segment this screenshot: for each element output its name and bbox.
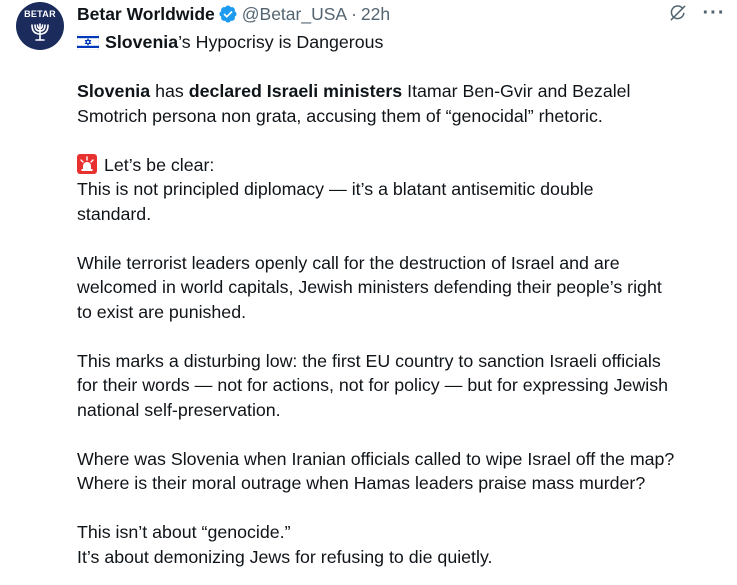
handle[interactable]: @Betar_USA xyxy=(242,3,347,25)
tweet: BETAR Betar Worldwide @Betar_USA · 22h ·… xyxy=(0,0,737,585)
avatar-logo-text: BETAR xyxy=(24,9,56,19)
menorah-icon xyxy=(31,23,49,41)
paragraph-6-line-2: It’s about demonizing Jews for refusing … xyxy=(77,546,493,567)
paragraph-4-line-3: national self-preservation. xyxy=(77,399,281,420)
p1-text-2: Itamar Ben-Gvir and Bezalel xyxy=(402,81,631,101)
paragraph-3-line-1: While terrorist leaders openly call for … xyxy=(77,252,620,273)
paragraph-2-line-3: standard. xyxy=(77,203,152,224)
p2-text-1: Let’s be clear: xyxy=(104,154,215,175)
paragraph-1-line-1: Slovenia has declared Israeli ministers … xyxy=(77,79,727,104)
paragraph-6-line-1: This isn’t about “genocide.” xyxy=(77,522,291,542)
verified-badge-icon[interactable] xyxy=(218,4,238,24)
separator-dot: · xyxy=(351,4,357,24)
headline-rest: ’s Hypocrisy is Dangerous xyxy=(178,32,384,52)
tweet-header: Betar Worldwide @Betar_USA · 22h xyxy=(77,3,390,25)
more-options-icon[interactable]: ··· xyxy=(703,2,725,24)
timestamp[interactable]: 22h xyxy=(361,3,390,25)
paragraph-4-line-1: This marks a disturbing low: the first E… xyxy=(77,350,661,371)
headline-bold: Slovenia xyxy=(105,32,179,52)
israel-flag-icon xyxy=(77,34,99,50)
paragraph-3-line-3: to exist are punished. xyxy=(77,301,247,322)
paragraph-5-line-1: Where was Slovenia when Iranian official… xyxy=(77,448,675,469)
paragraph-4-line-2: for their words — not for actions, not f… xyxy=(77,375,668,395)
tweet-text: Slovenia’s Hypocrisy is Dangerous Sloven… xyxy=(77,30,727,569)
siren-icon xyxy=(77,153,97,174)
p1-bold-2: declared Israeli ministers xyxy=(188,81,403,101)
paragraph-1-line-2: Smotrich persona non grata, accusing the… xyxy=(77,105,603,126)
grok-icon[interactable] xyxy=(667,2,689,24)
paragraph-2-line-2: This is not principled diplomacy — it’s … xyxy=(77,179,594,199)
top-actions: ··· xyxy=(667,2,725,24)
display-name[interactable]: Betar Worldwide xyxy=(77,3,215,25)
paragraph-2-line-1: Let’s be clear: xyxy=(77,153,727,178)
headline: Slovenia’s Hypocrisy is Dangerous xyxy=(77,30,727,55)
p1-text-1: has xyxy=(150,81,189,101)
paragraph-3-line-2: welcomed in world capitals, Jewish minis… xyxy=(77,277,662,297)
p1-bold-1: Slovenia xyxy=(77,81,151,101)
avatar[interactable]: BETAR xyxy=(16,2,64,50)
paragraph-5-line-2: Where is their moral outrage when Hamas … xyxy=(77,473,646,493)
